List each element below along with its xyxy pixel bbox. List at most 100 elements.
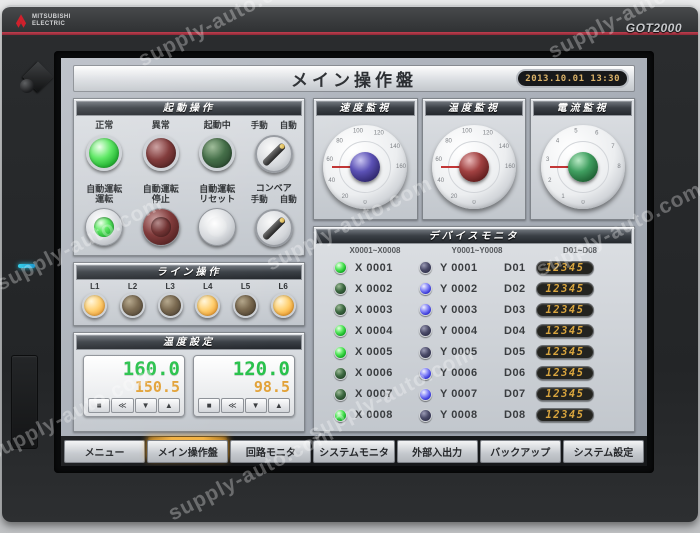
auto-run-button[interactable] xyxy=(85,208,124,246)
line-lamp-button[interactable] xyxy=(157,293,183,318)
auto-stop-cell: 自動運転 停止 xyxy=(133,183,190,252)
tab-label: システムモニタ xyxy=(319,448,389,459)
x-label: X 0003 xyxy=(355,303,393,316)
gauge-tick-label: 100 xyxy=(461,128,472,135)
gauge-tick-label: 160 xyxy=(504,163,516,170)
current-gauge-panel: 電流監視 0 1 2 3 4 5 6 7 8 xyxy=(530,98,636,220)
y-label: Y 0008 xyxy=(440,409,478,422)
conveyor-selector-cell: コンベア 手動 自動 xyxy=(246,183,303,252)
temp2-sv-value: 98.5 xyxy=(253,378,290,396)
temperature-panel: 温度設定 160.0 150.5 ■ ≪ ▼ ▲ 120.0 98.5 ■ ≪ … xyxy=(73,332,305,432)
tab-label: メイン操作盤 xyxy=(157,448,218,459)
gauge-tick-label: 1 xyxy=(560,193,565,200)
y-range-header: Y0001~Y0008 xyxy=(451,246,503,255)
line-lamp-button[interactable] xyxy=(232,293,258,318)
y-label: Y 0006 xyxy=(440,367,478,380)
x-label: X 0007 xyxy=(355,388,393,401)
tab-label: 回路モニタ xyxy=(245,448,296,459)
x-label: X 0006 xyxy=(355,367,393,380)
x-label: X 0005 xyxy=(355,346,393,359)
temp1-stop-button[interactable]: ■ xyxy=(88,398,111,413)
line-lamp-button[interactable] xyxy=(119,293,145,318)
device-monitor-row: X 0008 Y 0008 D08 12345 xyxy=(316,408,632,423)
y-label: Y 0007 xyxy=(440,388,478,401)
stop-label2: 停止 xyxy=(151,194,170,204)
temp2-stop-button[interactable]: ■ xyxy=(198,398,221,413)
temp2-fast-down-button[interactable]: ≪ xyxy=(221,398,244,413)
x-lamp xyxy=(334,408,347,422)
temp-controller-1: 160.0 150.5 ■ ≪ ▼ ▲ xyxy=(83,355,185,417)
d-value-display: 12345 xyxy=(536,366,594,381)
temp1-fast-down-button[interactable]: ≪ xyxy=(111,398,134,413)
tab-main-panel[interactable]: メイン操作盤 xyxy=(147,437,229,463)
temp2-pv-value: 120.0 xyxy=(232,358,290,380)
device-monitor-panel: デバイスモニタ X0001~X0008 Y0001~Y0008 D01~D08 … xyxy=(313,226,635,432)
auto-reset-button[interactable] xyxy=(198,208,237,246)
conveyor-selector[interactable] xyxy=(254,209,293,247)
tab-label: メニュー xyxy=(84,448,125,459)
temperature-gauge-header: 温度監視 xyxy=(424,101,524,116)
temp1-sv-value: 150.5 xyxy=(134,378,180,396)
x-label: X 0001 xyxy=(355,261,393,274)
line-lamp-cell: L3 xyxy=(151,282,189,323)
tab-system-monitor[interactable]: システムモニタ xyxy=(313,440,395,463)
normal-lamp xyxy=(86,135,123,171)
gauge-tick-label: 20 xyxy=(450,193,458,200)
tab-backup[interactable]: バックアップ xyxy=(479,440,561,463)
right-column: 速度監視 0 20 40 60 80 100 120 140 160 温度監視 … xyxy=(313,98,636,432)
tab-external-io[interactable]: 外部入出力 xyxy=(396,440,478,463)
screen-frame: メイン操作盤 2013.10.01 13:30 起動操作 正常 異常 起動中 手… xyxy=(54,51,654,473)
x-lamp xyxy=(334,324,347,338)
d-label: D01 xyxy=(504,261,526,274)
line-lamp-button[interactable] xyxy=(270,293,296,318)
error-indicator: 異常 xyxy=(133,120,190,178)
y-lamp xyxy=(419,366,432,380)
interface-cover[interactable] xyxy=(11,355,38,449)
mode-selector-cell: 手動 自動 xyxy=(246,120,303,178)
temp2-down-button[interactable]: ▼ xyxy=(244,398,267,413)
tab-label: バックアップ xyxy=(490,448,551,459)
starting-indicator: 起動中 xyxy=(189,120,246,178)
temperature-panel-header: 温度設定 xyxy=(76,335,302,350)
x-label: X 0004 xyxy=(355,324,393,337)
auto-stop-button[interactable] xyxy=(141,208,180,246)
temp1-up-button[interactable]: ▲ xyxy=(157,398,180,413)
temp2-up-button[interactable]: ▲ xyxy=(267,398,290,413)
d-label: D04 xyxy=(504,324,526,337)
conveyor-label: コンベア xyxy=(255,183,292,193)
y-lamp xyxy=(419,282,432,296)
gauge-tick-label: 140 xyxy=(498,143,509,150)
line-lamp-label: L6 xyxy=(278,282,288,291)
temp1-pv-value: 160.0 xyxy=(122,358,180,380)
gauge-tick-label: 140 xyxy=(390,143,401,150)
y-label: Y 0001 xyxy=(440,261,478,274)
line-lamp-label: L3 xyxy=(165,282,175,291)
x-label: X 0002 xyxy=(355,282,393,295)
run-label2: 運転 xyxy=(95,194,114,204)
manual-auto-selector[interactable] xyxy=(254,135,293,173)
starting-label: 起動中 xyxy=(203,120,231,130)
tab-menu[interactable]: メニュー xyxy=(64,440,146,463)
selector-handle-icon xyxy=(261,215,287,241)
line-lamp-button[interactable] xyxy=(82,293,108,318)
brand-line2: ELECTRIC xyxy=(32,21,66,27)
gauge-tick-label: 0 xyxy=(363,199,367,206)
y-lamp xyxy=(419,261,432,275)
gauge-tick-label: 80 xyxy=(445,138,452,145)
d-label: D08 xyxy=(504,409,526,422)
y-label: Y 0003 xyxy=(440,303,478,316)
tab-system-settings[interactable]: システム設定 xyxy=(562,440,644,463)
device-monitor-row: X 0001 Y 0001 D01 12345 xyxy=(316,260,632,275)
y-lamp xyxy=(419,408,432,422)
gauge-tick-label: 60 xyxy=(326,156,334,163)
d-value-display: 12345 xyxy=(536,345,594,360)
hmi-display: メイン操作盤 2013.10.01 13:30 起動操作 正常 異常 起動中 手… xyxy=(61,58,647,466)
tab-circuit-monitor[interactable]: 回路モニタ xyxy=(230,440,312,463)
device-monitor-row: X 0003 Y 0003 D03 12345 xyxy=(316,302,632,317)
y-label: Y 0005 xyxy=(440,346,478,359)
d-value-display: 12345 xyxy=(536,260,594,275)
device-monitor-row: X 0005 Y 0005 D05 12345 xyxy=(316,345,632,360)
temp1-down-button[interactable]: ▼ xyxy=(134,398,157,413)
x-label: X 0008 xyxy=(355,409,393,422)
line-lamp-button[interactable] xyxy=(195,293,221,318)
